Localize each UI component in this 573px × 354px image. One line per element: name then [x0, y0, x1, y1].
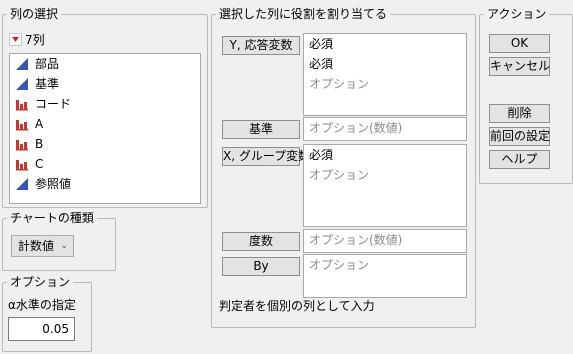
list-item[interactable]: A — [10, 114, 200, 134]
list-item[interactable]: C — [10, 154, 200, 174]
chart-type-select[interactable]: 計数値 ⌄ — [11, 235, 74, 257]
column-name: コード — [35, 97, 72, 111]
column-name: 部品 — [35, 57, 60, 71]
column-name: 参照値 — [35, 177, 72, 191]
list-item[interactable]: 参照値 — [10, 174, 200, 194]
column-list[interactable]: 部品基準コード A B C 参照値 — [9, 53, 201, 204]
ok-button[interactable]: OK — [489, 34, 550, 53]
column-count[interactable]: 7列 — [9, 31, 45, 48]
standard-role-box[interactable]: オプション(数値) — [303, 117, 467, 141]
y-response-button[interactable]: Y, 応答変数 — [222, 36, 300, 55]
x-grouping-button[interactable]: X, グループ変数 — [222, 147, 310, 166]
list-item[interactable]: B — [10, 134, 200, 154]
nominal-column-icon — [15, 117, 29, 131]
continuous-column-icon — [15, 57, 29, 71]
column-name: A — [35, 117, 44, 131]
column-name: B — [35, 137, 44, 151]
column-name: 基準 — [35, 77, 60, 91]
nominal-column-icon — [15, 157, 29, 171]
remove-button[interactable]: 削除 — [489, 104, 550, 123]
nominal-column-icon — [15, 97, 29, 111]
column-name: C — [35, 157, 44, 171]
list-item[interactable]: 部品 — [10, 54, 200, 74]
column-select-title: 列の選択 — [7, 6, 62, 22]
nominal-column-icon — [15, 137, 29, 151]
column-count-label: 7列 — [25, 33, 45, 47]
alpha-label: α水準の指定 — [8, 298, 76, 312]
y-role-line-2: 必須 — [309, 57, 334, 71]
column-select-group: 列の選択 7列 部品基準コード A B C 参照値 — [2, 6, 208, 208]
recall-button[interactable]: 前回の設定 — [489, 127, 550, 146]
chart-type-title: チャートの種類 — [7, 210, 97, 226]
roles-group: 選択した列に役割を割り当てる Y, 応答変数 必須 必須 オプション 基準 オプ… — [211, 6, 476, 328]
chart-type-group: チャートの種類 計数値 ⌄ — [2, 210, 116, 271]
freq-button[interactable]: 度数 — [222, 232, 300, 251]
freq-role-placeholder: オプション(数値) — [309, 233, 403, 247]
actions-title: アクション — [484, 6, 550, 22]
by-role-placeholder: オプション — [309, 258, 370, 272]
chart-type-value: 計数値 — [18, 239, 55, 253]
freq-role-box[interactable]: オプション(数値) — [303, 229, 467, 253]
roles-footer: 判定者を個別の列として入力 — [219, 299, 375, 313]
collapse-triangle-icon[interactable] — [9, 33, 22, 46]
list-item[interactable]: 基準 — [10, 74, 200, 94]
y-role-box[interactable]: 必須 必須 オプション — [303, 33, 467, 116]
continuous-column-icon — [15, 77, 29, 91]
help-button[interactable]: ヘルプ — [489, 150, 550, 169]
options-title: オプション — [7, 274, 74, 290]
standard-role-placeholder: オプション(数値) — [309, 121, 403, 135]
x-role-box[interactable]: 必須 オプション — [303, 144, 467, 227]
continuous-column-icon — [15, 177, 29, 191]
x-role-line-2: オプション — [309, 168, 370, 182]
x-role-line-1: 必須 — [309, 148, 334, 162]
chevron-down-icon: ⌄ — [60, 241, 68, 251]
options-group: オプション α水準の指定 0.05 — [2, 274, 92, 352]
cancel-button[interactable]: キャンセル — [489, 57, 550, 76]
y-role-line-3: オプション — [309, 77, 370, 91]
actions-group: アクション OK キャンセル 削除 前回の設定 ヘルプ — [479, 6, 573, 184]
standard-button[interactable]: 基準 — [222, 120, 300, 139]
alpha-input[interactable]: 0.05 — [8, 317, 75, 341]
roles-title: 選択した列に役割を割り当てる — [216, 6, 391, 22]
list-item[interactable]: コード — [10, 94, 200, 114]
by-button[interactable]: By — [222, 257, 300, 276]
y-role-line-1: 必須 — [309, 37, 334, 51]
by-role-box[interactable]: オプション — [303, 254, 467, 298]
